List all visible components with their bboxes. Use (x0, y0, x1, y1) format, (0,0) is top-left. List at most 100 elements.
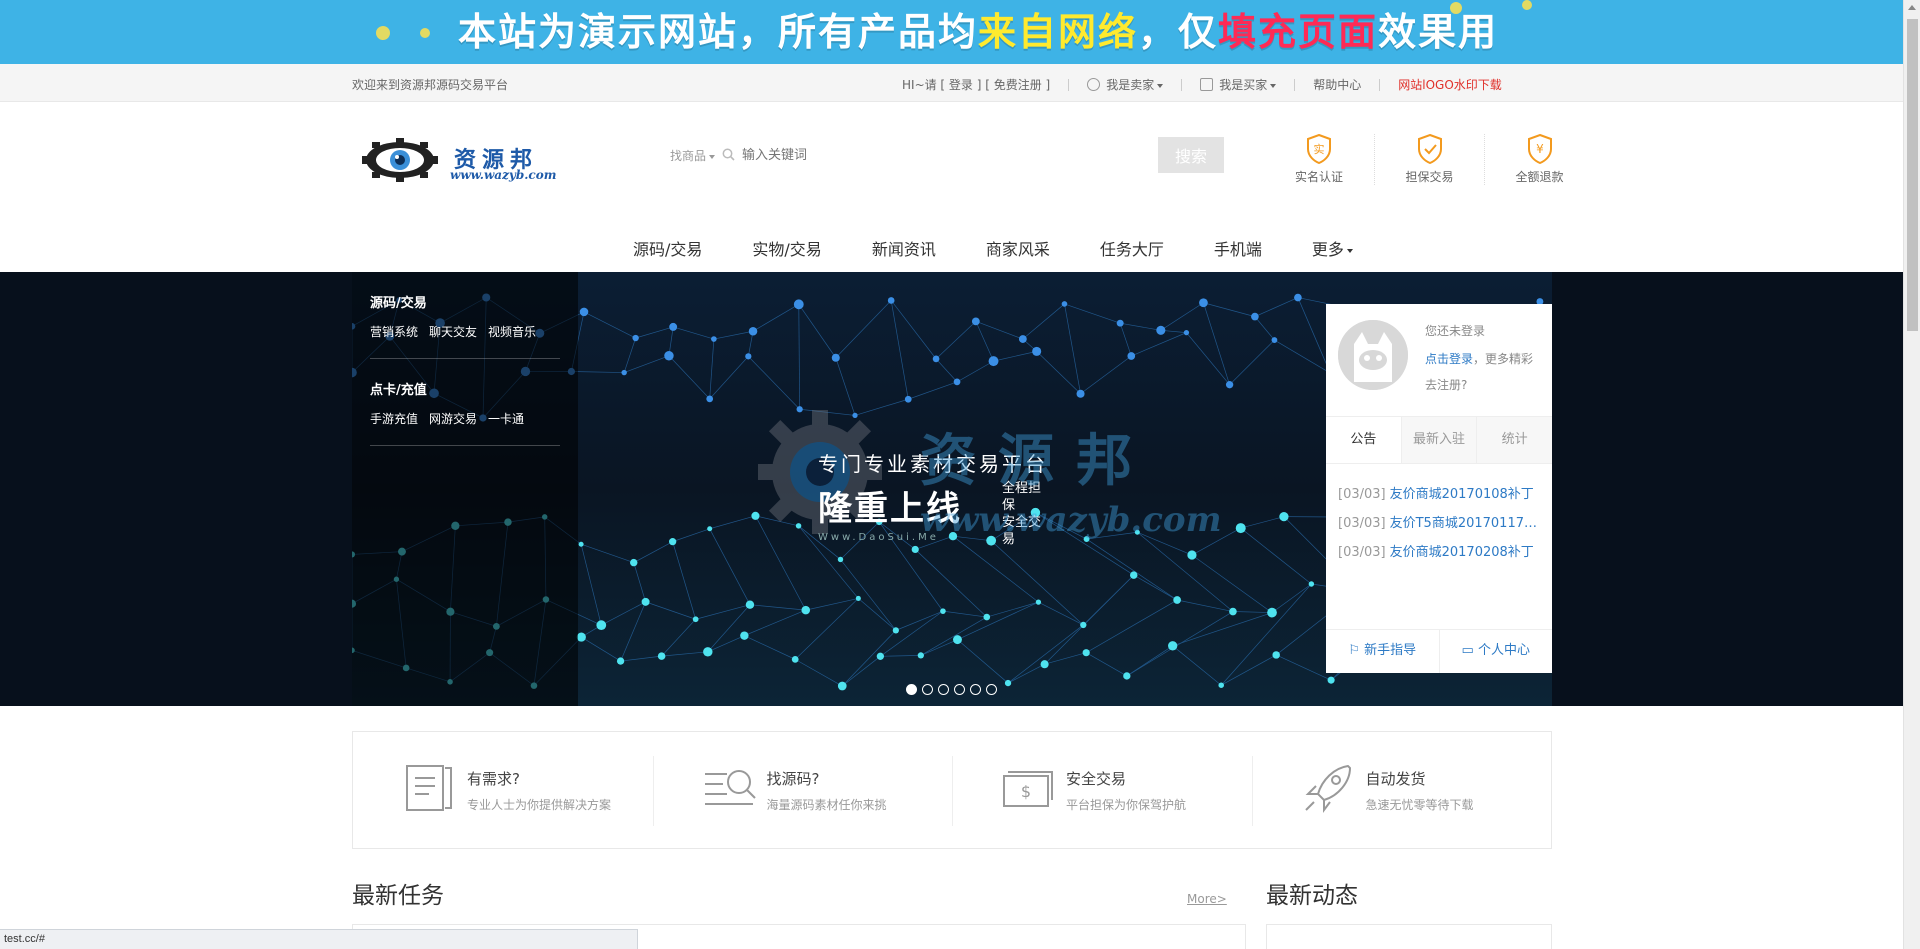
page-scrollbar[interactable] (1903, 0, 1920, 949)
slider-dot[interactable] (922, 684, 933, 695)
badge-label: 担保交易 (1405, 170, 1454, 184)
check-shield-icon (1417, 134, 1442, 164)
menu-group: 点卡/充值 手游充值 网游交易 一卡通 (370, 359, 560, 446)
search-button[interactable]: 搜索 (1158, 137, 1224, 173)
chevron-down-icon (1157, 83, 1164, 88)
slider-dot[interactable] (970, 684, 981, 695)
notice-list: [03/03] 友价商城20170108补丁 [03/03] 友价T5商城20170… (1338, 480, 1546, 567)
feature-strip: 有需求? 专业人士为你提供解决方案 找源码? 海量源码素材任你来挑 $ 安全交易… (352, 731, 1552, 849)
feature-title: 有需求? (467, 770, 520, 788)
user-panel-footer: ⚐ 新手指导 ▭ 个人中心 (1326, 629, 1552, 673)
login-status: 您还未登录 (1425, 324, 1486, 338)
feature-subtitle: 专业人士为你提供解决方案 (467, 798, 612, 812)
document-icon (406, 765, 452, 811)
badge-label: 实名认证 (1294, 170, 1343, 184)
search-list-icon (704, 770, 756, 805)
feature-item[interactable]: 有需求? 专业人士为你提供解决方案 (353, 732, 653, 848)
slider-dot[interactable] (954, 684, 965, 695)
feature-title: 自动发货 (1365, 770, 1426, 788)
nav-item-source-code[interactable]: 源码/交易 (608, 236, 727, 260)
more-tasks-link[interactable]: More> (1187, 892, 1227, 906)
menu-link[interactable]: 一卡通 (488, 412, 524, 426)
seller-icon (1087, 78, 1101, 91)
scroll-up-icon[interactable] (1908, 5, 1916, 10)
menu-group-title[interactable]: 源码/交易 (370, 292, 560, 311)
tab-statistics[interactable]: 统计 (1476, 417, 1552, 463)
site-logo[interactable]: 资源邦 www.wazyb.com (362, 138, 582, 184)
feature-subtitle: 海量源码素材任你来挑 (766, 798, 887, 812)
feature-subtitle: 急速无忧零等待下载 (1365, 798, 1474, 812)
search-input[interactable] (742, 140, 1152, 168)
slider-dot[interactable] (906, 684, 917, 695)
feature-item[interactable]: 找源码? 海量源码素材任你来挑 (652, 732, 953, 848)
promo-banner[interactable]: 本站为演示网站，所有产品均来自网络，仅填充页面效果用 (0, 0, 1903, 64)
section-title-tasks: 最新任务 (352, 883, 444, 909)
menu-group-title[interactable]: 点卡/充值 (370, 379, 560, 398)
flag-icon: ⚐ (1348, 643, 1365, 658)
nav-item-more[interactable]: 更多 (1287, 236, 1378, 260)
beginner-guide-button[interactable]: ⚐ 新手指导 (1326, 630, 1439, 673)
nav-item-mobile[interactable]: 手机端 (1189, 236, 1287, 260)
badge-refund: ¥ 全额退款 (1484, 134, 1594, 185)
logo-url: www.wazyb.com (450, 168, 557, 182)
nav-item-merchants[interactable]: 商家风采 (961, 236, 1075, 260)
top-bar: 欢迎来到资源邦源码交易平台 HI~请 [ 登录 ] [ 免费注册 ] 我是卖家 … (0, 64, 1903, 102)
svg-text:实: 实 (1314, 142, 1325, 156)
real-name-shield-icon: 实 (1307, 134, 1331, 164)
nav-item-tasks[interactable]: 任务大厅 (1075, 236, 1189, 260)
list-item[interactable]: [03/03] 友价T5商城20170117补丁 (1338, 509, 1546, 538)
menu-link[interactable]: 网游交易 (429, 412, 477, 426)
feature-subtitle: 平台担保为你保驾护航 (1066, 798, 1187, 812)
search-type-select[interactable]: 找商品 (670, 147, 716, 164)
news-panel (1266, 924, 1552, 949)
list-item[interactable]: [03/03] 友价商城20170108补丁 (1338, 480, 1546, 509)
login-prompt: 点击登录，更多精彩去注册? (1425, 352, 1534, 392)
section-title-news: 最新动态 (1266, 883, 1358, 909)
buyer-menu[interactable]: 我是买家 (1200, 76, 1277, 93)
slider-dot[interactable] (986, 684, 997, 695)
cat-avatar-icon (1338, 320, 1408, 390)
svg-text:¥: ¥ (1536, 142, 1544, 156)
feature-item[interactable]: $ 安全交易 平台担保为你保驾护航 (952, 732, 1252, 848)
badge-real-name: 实 实名认证 (1264, 134, 1374, 185)
chevron-down-icon (709, 154, 716, 159)
category-side-menu: 源码/交易 营销系统 聊天交友 视频音乐 点卡/充值 手游充值 网游交易 一卡通 (352, 272, 578, 706)
notice-tabs: 公告 最新入驻 统计 (1326, 416, 1552, 464)
monitor-icon: ▭ (1461, 643, 1478, 658)
rocket-icon (1304, 764, 1351, 813)
tab-notice[interactable]: 公告 (1326, 417, 1401, 463)
tab-new-merchants[interactable]: 最新入驻 (1400, 417, 1477, 463)
user-center-button[interactable]: ▭ 个人中心 (1438, 630, 1553, 673)
logo-gear-icon (362, 138, 438, 182)
scrollbar-thumb[interactable] (1907, 19, 1918, 331)
page: 本站为演示网站，所有产品均来自网络，仅填充页面效果用 欢迎来到资源邦源码交易平台… (0, 0, 1920, 949)
seller-menu[interactable]: 我是卖家 (1087, 76, 1164, 93)
feature-item[interactable]: 自动发货 急速无忧零等待下载 (1251, 732, 1552, 848)
money-icon: $ (1003, 771, 1053, 807)
yen-shield-icon: ¥ (1527, 134, 1552, 164)
trust-badges: 实 实名认证 担保交易 ¥ 全额退款 (1264, 134, 1594, 185)
list-item[interactable]: [03/03] 友价商城20170208补丁 (1338, 538, 1546, 567)
nav-item-physical[interactable]: 实物/交易 (727, 236, 846, 260)
menu-link[interactable]: 聊天交友 (429, 325, 477, 339)
menu-link[interactable]: 营销系统 (370, 325, 418, 339)
logo-download-link[interactable]: 网站lOGO水印下载 (1398, 76, 1502, 93)
help-center-link[interactable]: 帮助中心 (1313, 76, 1361, 93)
badge-guarantee: 担保交易 (1374, 134, 1484, 185)
promo-text: 本站为演示网站，所有产品均来自网络，仅填充页面效果用 (458, 10, 1499, 54)
watermark-url: www.wazyb.com (920, 500, 1222, 540)
main-nav: 源码/交易 实物/交易 新闻资讯 商家风采 任务大厅 手机端 更多 (0, 226, 1903, 272)
menu-group: 源码/交易 营销系统 聊天交友 视频音乐 (370, 272, 560, 359)
slider-dots (906, 684, 997, 695)
feature-title: 找源码? (766, 770, 820, 788)
browser-status-bar: test.cc/# (0, 929, 638, 949)
menu-link[interactable]: 手游充值 (370, 412, 418, 426)
menu-link[interactable]: 视频音乐 (488, 325, 536, 339)
feature-title: 安全交易 (1066, 770, 1127, 788)
login-link[interactable]: 点击登录 (1425, 352, 1473, 366)
watermark-text: 资源邦 (920, 428, 1154, 494)
nav-item-news[interactable]: 新闻资讯 (847, 236, 961, 260)
login-register-link[interactable]: HI~请 [ 登录 ] [ 免费注册 ] (902, 76, 1050, 93)
slider-dot[interactable] (938, 684, 949, 695)
chevron-down-icon (1270, 83, 1277, 88)
